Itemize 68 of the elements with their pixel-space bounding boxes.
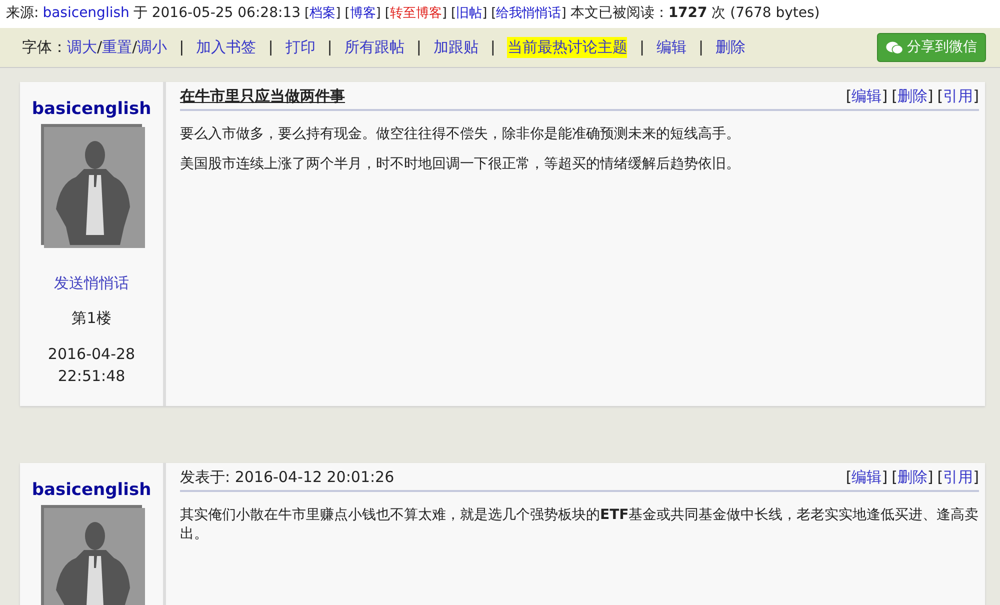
toolbar-link[interactable]: 加跟贴: [433, 37, 478, 58]
bracketed-link[interactable]: 档案: [310, 6, 336, 21]
bracket: [: [846, 468, 852, 486]
bracket: [: [892, 468, 898, 486]
separator-text: |: [327, 37, 332, 58]
toolbar-link[interactable]: 当前最热讨论主题: [507, 37, 628, 58]
separator-text: /: [132, 37, 138, 58]
post-action-link[interactable]: 引用: [943, 468, 974, 486]
separator-text: |: [268, 37, 274, 58]
post-date: 2016-04-28 22:51:48: [48, 344, 136, 388]
source-label: 来源:: [6, 4, 39, 24]
bracket: ]: [882, 468, 888, 486]
bracket: [: [304, 6, 310, 21]
font-size-link[interactable]: 重置: [102, 37, 132, 58]
separator-text: |: [416, 37, 422, 58]
toolbar-link[interactable]: 加入书签: [196, 37, 256, 58]
bracket: ]: [927, 87, 934, 105]
toolbar-link[interactable]: 所有跟帖: [344, 37, 404, 58]
date-label: 于 2016-05-25 06:28:13: [133, 4, 301, 24]
bracket: [: [937, 468, 944, 486]
author-link[interactable]: basicenglish: [42, 4, 130, 24]
username-link[interactable]: basicenglish: [32, 98, 152, 122]
post-paragraph: 要么入市做多，要么持有现金。做空往往得不偿失，除非你是能准确预测未来的短线高手。: [180, 125, 741, 144]
bracket: [: [451, 6, 456, 21]
bracket: ]: [336, 6, 341, 21]
floor-number: 第1楼: [72, 308, 112, 329]
send-message-link[interactable]: 发送悄悄话: [54, 272, 129, 294]
bracket: ]: [973, 87, 979, 105]
bracket: [: [384, 6, 390, 21]
separator-text: |: [698, 37, 704, 58]
bracket: ]: [482, 6, 488, 21]
toolbar-link[interactable]: 打印: [285, 37, 316, 58]
post-paragraph: 美国股市连续上涨了两个半月，时不时地回调一下很正常，等超买的情绪缓解后趋势依旧。: [180, 154, 741, 174]
bracket: ]: [376, 6, 381, 21]
bracket: ]: [442, 6, 447, 21]
post-title: 在牛市里只应当做两件事: [180, 86, 345, 107]
wechat-icon: [886, 40, 903, 54]
bracket: [: [846, 87, 852, 105]
bracket: ]: [882, 87, 888, 105]
post-action-link[interactable]: 删除: [897, 468, 928, 486]
bracketed-link[interactable]: 博客: [350, 6, 376, 21]
bracketed-link[interactable]: 给我悄悄话: [496, 6, 562, 21]
post-action-link[interactable]: 删除: [897, 87, 928, 105]
font-size-link[interactable]: 调小: [137, 37, 168, 58]
font-size-link[interactable]: 调大: [67, 37, 97, 58]
toolbar-link[interactable]: 删除: [716, 37, 746, 58]
separator-text: |: [179, 37, 184, 58]
post-action-link[interactable]: 编辑: [852, 87, 882, 105]
bracketed-link[interactable]: 转至博客: [390, 6, 442, 21]
bracket: [: [491, 6, 496, 21]
bracket: [: [344, 6, 350, 21]
separator-text: /: [97, 37, 102, 58]
read-count-text: 本文已被阅读：1727 次 (7678 bytes): [570, 4, 820, 24]
username-link[interactable]: basicenglish: [32, 478, 152, 503]
separator-text: |: [490, 37, 496, 58]
font-label: 字体：: [22, 37, 67, 58]
post-action-link[interactable]: 引用: [943, 87, 974, 105]
toolbar-link[interactable]: 编辑: [656, 37, 686, 58]
bracket: ]: [927, 468, 934, 486]
bracket: [: [937, 87, 944, 105]
bracketed-link[interactable]: 旧帖: [456, 6, 482, 21]
bracket: ]: [561, 6, 566, 21]
bracket: [: [892, 87, 898, 105]
separator-text: |: [639, 37, 644, 58]
post-action-link[interactable]: 编辑: [852, 468, 882, 486]
post-paragraph: 其实俺们小散在牛市里赚点小钱也不算太难，就是选几个强势板块的ETF基金或共同基金做中长线，老老实实地逢低买进、逢高卖出。: [180, 506, 979, 544]
post-timestamp: 发表于: 2016-04-12 20:01:26: [180, 466, 394, 488]
bracket: ]: [973, 468, 979, 486]
